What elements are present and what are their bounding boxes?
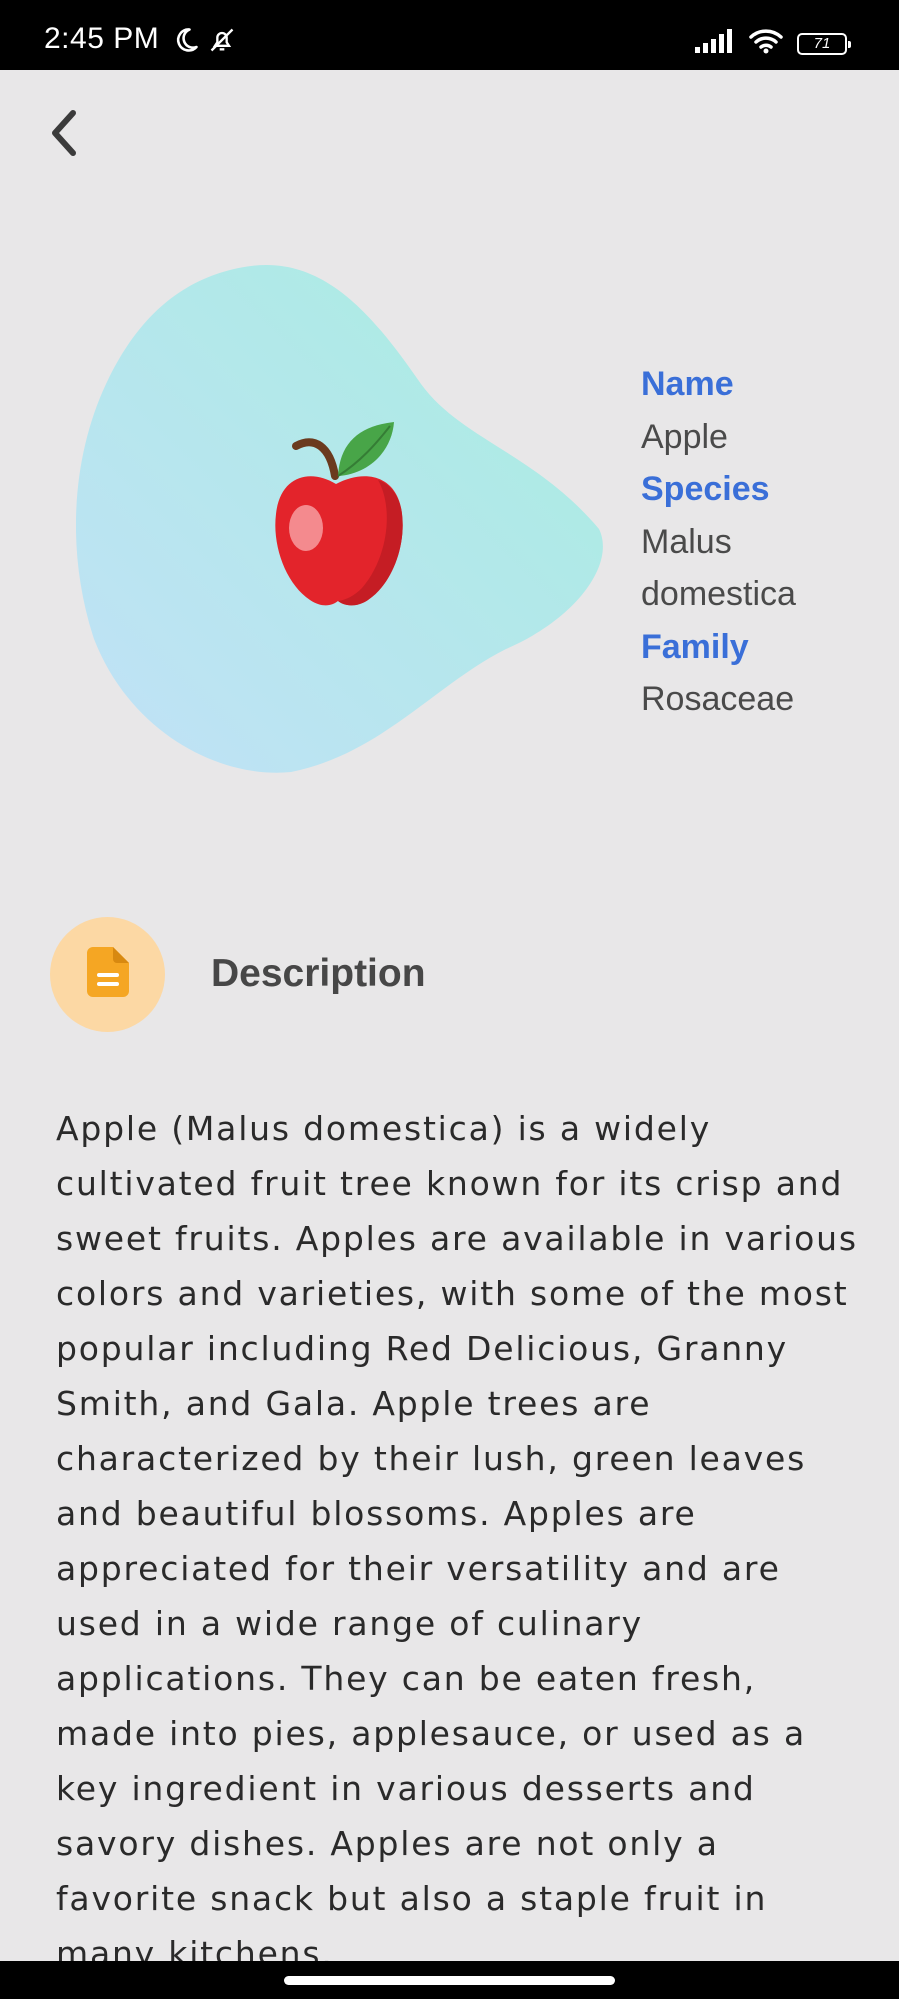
moon-icon bbox=[172, 26, 200, 59]
battery-icon: 71 bbox=[797, 32, 851, 55]
description-icon-badge bbox=[50, 917, 165, 1032]
chevron-left-icon bbox=[47, 108, 81, 163]
name-label: Name bbox=[641, 365, 734, 403]
family-label: Family bbox=[641, 627, 749, 666]
name-value: Apple bbox=[641, 417, 728, 456]
family-value: Rosaceae bbox=[641, 680, 795, 718]
back-button[interactable] bbox=[36, 100, 92, 170]
species-value-line2: domestica bbox=[641, 575, 796, 613]
fruit-info: Name Apple Species Malus domestica Famil… bbox=[641, 358, 881, 726]
species-value-line1: Malus bbox=[641, 522, 732, 561]
status-bar: 2:45 PM 71 bbox=[0, 0, 899, 70]
species-label: Species bbox=[641, 470, 770, 508]
signal-icon bbox=[695, 29, 735, 58]
description-title: Description bbox=[211, 952, 426, 995]
apple-icon bbox=[275, 422, 403, 606]
description-text: Apple (Malus domestica) is a widely cult… bbox=[56, 1109, 858, 1961]
status-time: 2:45 PM bbox=[44, 22, 160, 55]
bell-off-icon bbox=[208, 26, 236, 59]
document-icon bbox=[86, 947, 129, 1002]
home-indicator[interactable] bbox=[284, 1976, 615, 1985]
wifi-icon bbox=[749, 28, 783, 59]
